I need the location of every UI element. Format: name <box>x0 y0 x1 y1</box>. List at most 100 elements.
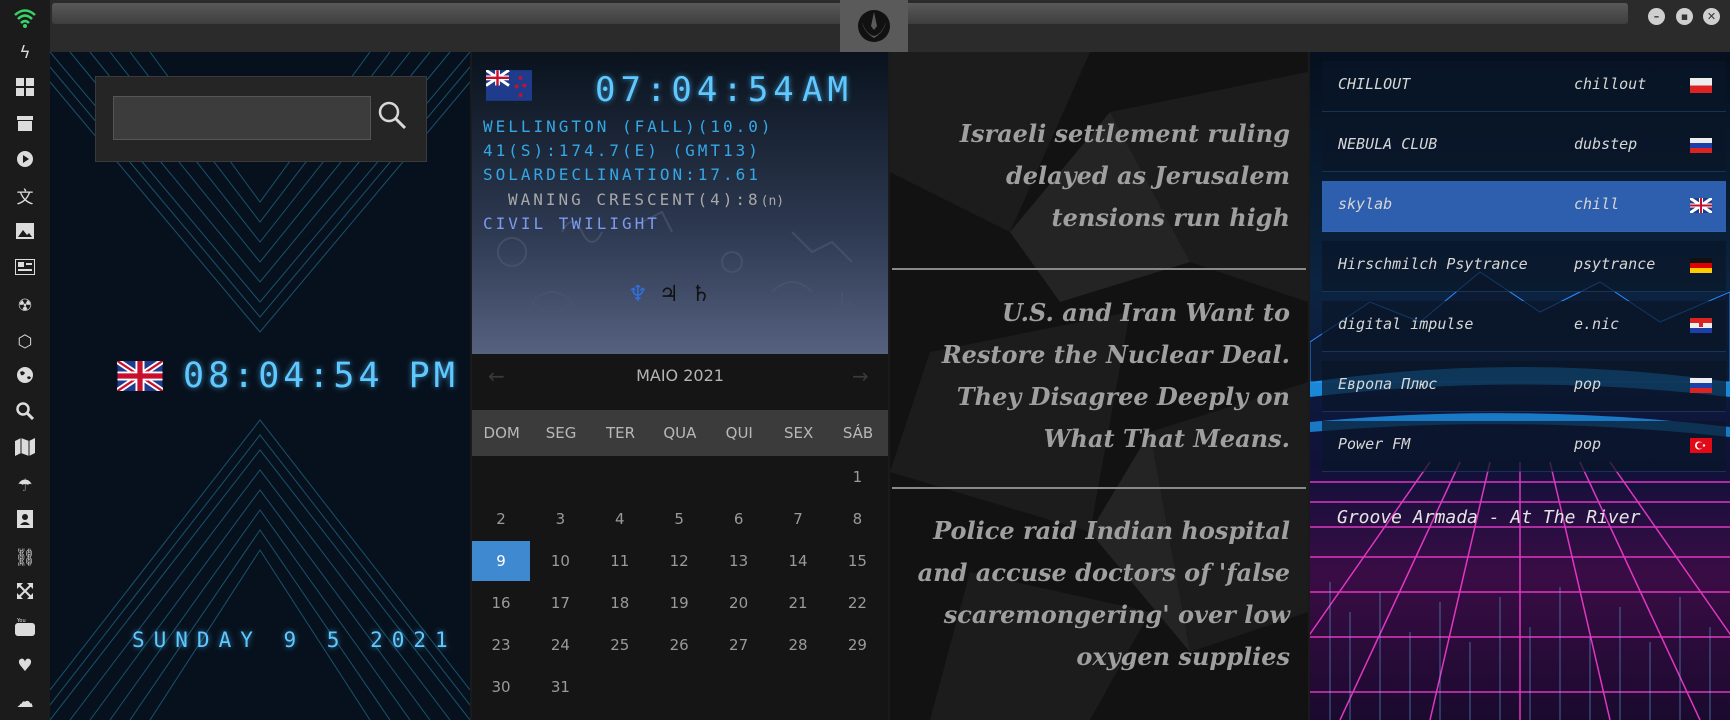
radio-station-name: digital impulse <box>1338 315 1474 333</box>
weekday-sex: SEX <box>784 424 814 442</box>
radio-station-row[interactable]: NEBULA CLUB dubstep <box>1322 121 1726 172</box>
now-playing-title: Groove Armada - At The River <box>1337 507 1641 528</box>
archive-icon[interactable] <box>13 114 37 138</box>
calendar-day[interactable]: 31 <box>531 667 589 707</box>
astro-location: WELLINGTON (FALL)(10.0) <box>483 117 774 136</box>
calendar-day-today[interactable]: 9 <box>472 541 530 581</box>
radio-station-name: Power FM <box>1338 435 1411 453</box>
ru-flag-icon <box>1690 378 1712 393</box>
weekday-sab: SÁB <box>842 424 874 442</box>
radio-station-genre: dubstep <box>1574 135 1638 153</box>
astro-twilight: CIVIL TWILIGHT <box>483 214 660 233</box>
radio-station-genre: pop <box>1574 375 1602 393</box>
calendar-day[interactable]: 16 <box>472 583 530 623</box>
calendar-day[interactable]: 10 <box>531 541 589 581</box>
globe-icon[interactable] <box>13 366 37 390</box>
moon-phase-suffix: (n) <box>760 194 785 209</box>
radio-station-row[interactable]: CHILLOUT chillout <box>1322 61 1726 112</box>
calendar-day[interactable]: 12 <box>650 541 708 581</box>
jupiter-icon: ♃ <box>659 282 679 307</box>
weekday-ter: TER <box>605 424 635 442</box>
news-item[interactable]: Israeli settlement ruling delayed as Jer… <box>905 113 1290 239</box>
radio-station-row[interactable]: Hirschmilch Psytrance psytrance <box>1322 241 1726 292</box>
radio-station-row[interactable]: Power FM pop <box>1322 421 1726 472</box>
minimize-button[interactable]: – <box>1648 8 1665 25</box>
calendar-day[interactable]: 11 <box>591 541 649 581</box>
svg-text:You: You <box>16 618 26 624</box>
image-icon[interactable] <box>13 222 37 246</box>
calendar-day[interactable]: 3 <box>531 499 589 539</box>
link-icon[interactable]: ⛓ <box>13 546 37 570</box>
calendar-day[interactable]: 13 <box>710 541 768 581</box>
calendar-next-button[interactable]: → <box>852 364 869 388</box>
youtube-icon[interactable]: You <box>13 618 37 642</box>
rebel-alliance-icon <box>858 10 890 42</box>
windows-icon[interactable] <box>13 78 37 102</box>
map-icon[interactable] <box>13 438 37 462</box>
translate-icon[interactable]: 文 <box>13 186 37 210</box>
maximize-button[interactable]: ▪ <box>1676 8 1693 25</box>
news-item[interactable]: Police raid Indian hospital and accuse d… <box>905 510 1290 678</box>
calendar-day[interactable]: 26 <box>650 625 708 665</box>
lightning-icon[interactable]: ϟ <box>13 41 37 65</box>
uk-flag-icon <box>1690 198 1712 213</box>
astro-coordinates: 41(S):174.7(E) (GMT13) <box>483 141 761 160</box>
calendar-day[interactable]: 14 <box>769 541 827 581</box>
calendar-day[interactable]: 30 <box>472 667 530 707</box>
radio-station-genre: chill <box>1574 195 1620 213</box>
calendar-day[interactable]: 7 <box>769 499 827 539</box>
radio-station-row[interactable]: skylab chill <box>1322 181 1726 232</box>
expand-icon[interactable] <box>13 582 37 606</box>
ru-flag-icon <box>1690 138 1712 153</box>
radio-station-genre: pop <box>1574 435 1602 453</box>
radio-station-row[interactable]: digital impulse e.nic <box>1322 301 1726 352</box>
calendar-day[interactable]: 21 <box>769 583 827 623</box>
uk-clock-date: SUNDAY 9 5 2021 <box>132 628 457 652</box>
weekday-qua: QUA <box>663 424 697 442</box>
news-divider <box>892 268 1306 270</box>
calendar-day[interactable]: 20 <box>710 583 768 623</box>
calendar-day[interactable]: 1 <box>828 457 886 497</box>
calendar-day[interactable]: 2 <box>472 499 530 539</box>
calendar-day[interactable]: 18 <box>591 583 649 623</box>
calendar-day[interactable]: 8 <box>828 499 886 539</box>
search-button[interactable] <box>375 98 409 132</box>
radiation-icon[interactable]: ☢ <box>13 294 37 318</box>
calendar-day[interactable]: 28 <box>769 625 827 665</box>
radio-station-name: CHILLOUT <box>1338 75 1411 93</box>
calendar-day[interactable]: 24 <box>531 625 589 665</box>
cloud-icon[interactable]: ☁ <box>13 690 37 714</box>
calendar-day[interactable]: 27 <box>710 625 768 665</box>
radio-station-genre: chillout <box>1574 75 1647 93</box>
heart-icon[interactable]: ♥ <box>13 654 37 678</box>
radio-station-name: Hirschmilch Psytrance <box>1338 255 1528 273</box>
nz-clock-time: 07:04:54 <box>595 70 799 110</box>
play-icon[interactable] <box>13 150 37 174</box>
search-input[interactable] <box>113 96 371 140</box>
calendar-day[interactable]: 25 <box>591 625 649 665</box>
calendar-day[interactable]: 6 <box>710 499 768 539</box>
calendar-day[interactable]: 5 <box>650 499 708 539</box>
calendar-day[interactable]: 15 <box>828 541 886 581</box>
calendar-day[interactable]: 23 <box>472 625 530 665</box>
calendar-day[interactable]: 4 <box>591 499 649 539</box>
astro-moon-phase: WANING CRESCENT(4):8(n) <box>508 190 784 209</box>
calendar-day[interactable]: 17 <box>531 583 589 623</box>
news-item[interactable]: U.S. and Iran Want to Restore the Nuclea… <box>905 292 1290 460</box>
calendar-day[interactable]: 22 <box>828 583 886 623</box>
news-icon[interactable] <box>13 258 37 282</box>
close-button[interactable]: ✕ <box>1703 8 1720 25</box>
weekday-dom: DOM <box>483 424 520 442</box>
hr-flag-icon <box>1690 318 1712 333</box>
calendar-day[interactable]: 29 <box>828 625 886 665</box>
rebel-logo-tab[interactable] <box>840 0 908 52</box>
astro-solar-declination: SOLARDECLINATION:17.61 <box>483 165 761 184</box>
search-icon[interactable] <box>13 402 37 426</box>
radio-station-row[interactable]: Европа Плюс pop <box>1322 361 1726 412</box>
umbrella-icon[interactable]: ☂ <box>13 474 37 498</box>
contacts-icon[interactable] <box>13 510 37 534</box>
wifi-icon[interactable] <box>13 6 37 30</box>
hexagon-icon[interactable]: ⬡ <box>13 330 37 354</box>
calendar-day[interactable]: 19 <box>650 583 708 623</box>
de-flag-icon <box>1690 258 1712 273</box>
